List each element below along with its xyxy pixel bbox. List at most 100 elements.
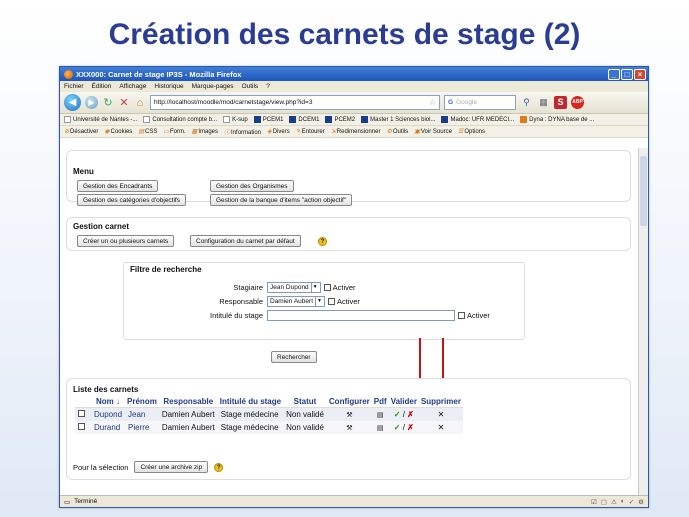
invalidate-icon[interactable]: ✗: [407, 410, 414, 419]
stop-icon[interactable]: ✕: [118, 96, 130, 109]
adblock-icon[interactable]: ABP: [571, 96, 584, 109]
pdf-icon[interactable]: ▤: [377, 425, 384, 432]
configure-icon[interactable]: ⚒: [346, 425, 352, 432]
col-nom[interactable]: Nom ↓: [91, 396, 126, 408]
minimize-button[interactable]: _: [608, 68, 620, 80]
dev-css[interactable]: ▤CSS: [138, 128, 157, 135]
manage-supervisors-button[interactable]: Gestion des Encadrants: [77, 180, 159, 192]
extension-icon[interactable]: ▦: [537, 96, 550, 109]
bookmark-item[interactable]: PCEM1: [253, 115, 283, 123]
col-prenom[interactable]: Prénom: [125, 396, 159, 408]
invalidate-icon[interactable]: ✗: [407, 423, 414, 432]
validate-separator: /: [402, 423, 405, 432]
bookmark-star-icon[interactable]: ☆: [429, 98, 436, 107]
status-icon[interactable]: ◐: [621, 498, 625, 506]
pdf-icon[interactable]: ▤: [377, 412, 384, 419]
maximize-button[interactable]: □: [621, 68, 633, 80]
chevron-down-icon: ▼: [310, 283, 318, 292]
prenom-link[interactable]: Jean: [125, 407, 159, 421]
dev-redimensionner[interactable]: ⇲Redimensionner: [331, 128, 381, 135]
responsable-select[interactable]: Damien Aubert ▼: [267, 296, 325, 307]
delete-icon[interactable]: ✕: [438, 410, 445, 419]
intitule-activer-checkbox[interactable]: [458, 312, 465, 319]
menu-historique[interactable]: Historique: [154, 83, 183, 90]
dev-view-source[interactable]: ▣Voir Source: [414, 128, 452, 135]
menu-affichage[interactable]: Affichage: [119, 83, 146, 90]
close-button[interactable]: ×: [634, 68, 646, 80]
menu-marque-pages[interactable]: Marque-pages: [192, 83, 234, 90]
dev-cookies[interactable]: ◉Cookies: [104, 128, 132, 135]
manage-organisations-button[interactable]: Gestion des Organismes: [210, 180, 294, 192]
stagiaire-select[interactable]: Jean Dupond ▼: [267, 282, 321, 293]
menu-heading: Menu: [73, 167, 94, 176]
home-icon[interactable]: ⌂: [134, 97, 146, 109]
bookmark-item[interactable]: PCEM2: [325, 115, 355, 123]
dev-divers[interactable]: ◈Divers: [267, 128, 290, 135]
manage-objective-categories-button[interactable]: Gestion des catégories d'objectifs: [77, 194, 186, 206]
validate-icon[interactable]: ✓: [394, 423, 401, 432]
nom-link[interactable]: Durand: [91, 421, 126, 434]
responsable-cell: Damien Aubert: [158, 407, 218, 421]
create-zip-button[interactable]: Créer une archive zip: [134, 461, 209, 473]
dev-images[interactable]: ▩Images: [192, 128, 218, 135]
dev-options[interactable]: ☰Options: [458, 128, 485, 135]
addon-s-icon[interactable]: S: [554, 96, 567, 109]
bookmark-item[interactable]: DCEM1: [289, 115, 319, 123]
row-select-checkbox[interactable]: [78, 423, 85, 430]
search-input[interactable]: G Google: [444, 95, 516, 110]
slide-title: Création des carnets de stage (2): [108, 18, 581, 51]
search-icon[interactable]: ⚲: [520, 96, 533, 109]
bookmark-item[interactable]: Consultation compte b...: [143, 115, 217, 123]
statut-cell: Non validé: [283, 421, 327, 434]
bookmark-item[interactable]: Master 1 Sciences biol...: [361, 115, 435, 123]
dev-disable[interactable]: ⊘Désactiver: [64, 128, 98, 135]
help-icon[interactable]: ?: [318, 237, 327, 246]
status-icon[interactable]: ▢: [601, 498, 607, 506]
bookmark-item[interactable]: Madoc: UFR MEDECI...: [441, 115, 514, 123]
prenom-link[interactable]: Pierre: [125, 421, 159, 434]
menu-outils[interactable]: Outils: [242, 83, 259, 90]
menu-fichier[interactable]: Fichier: [64, 83, 84, 90]
col-supprimer: Supprimer: [418, 396, 463, 408]
url-bar[interactable]: http://localhost/moodle/mod/carnetstage/…: [150, 95, 440, 110]
intitule-input[interactable]: [267, 310, 455, 321]
manage-item-bank-button[interactable]: Gestion de la banque d'items "action obj…: [210, 194, 353, 206]
menu-edition[interactable]: Édition: [92, 83, 112, 90]
dev-outils[interactable]: ⚙Outils: [386, 128, 408, 135]
status-icon[interactable]: ☑: [591, 498, 597, 506]
vertical-scrollbar[interactable]: [638, 148, 648, 495]
reload-icon[interactable]: ↻: [102, 96, 114, 109]
list-heading: Liste des carnets: [73, 385, 139, 394]
col-statut[interactable]: Statut: [283, 396, 327, 408]
status-icon[interactable]: ✓: [629, 498, 634, 506]
validate-icon[interactable]: ✓: [394, 410, 401, 419]
status-text: Terminé: [74, 498, 98, 505]
search-button[interactable]: Rechercher: [271, 351, 317, 363]
dev-entourer[interactable]: ✎Entourer: [296, 128, 325, 135]
scrollbar-thumb[interactable]: [640, 156, 647, 226]
gestion-carnet-heading: Gestion carnet: [73, 222, 130, 231]
row-select-checkbox[interactable]: [78, 410, 85, 417]
help-icon[interactable]: ?: [214, 462, 224, 472]
col-intitule[interactable]: Intitulé du stage: [217, 396, 284, 408]
nom-link[interactable]: Dupond: [91, 407, 126, 421]
status-icon[interactable]: ⚙: [638, 498, 644, 506]
bookmark-item[interactable]: K-sup: [223, 115, 248, 123]
back-button[interactable]: ◀: [64, 94, 81, 111]
list-section: Liste des carnets Nom ↓ Prénom Responsab…: [66, 378, 631, 480]
forward-button[interactable]: ▶: [85, 96, 98, 109]
activer-label: Activer: [332, 283, 356, 292]
dev-form[interactable]: ▭Form.: [163, 128, 185, 135]
configure-icon[interactable]: ⚒: [346, 412, 352, 419]
menu-help[interactable]: ?: [266, 83, 270, 90]
stagiaire-activer-checkbox[interactable]: [323, 284, 331, 291]
default-config-button[interactable]: Configuration du carnet par défaut: [190, 235, 301, 247]
bookmark-item[interactable]: Université de Nantes -...: [64, 115, 137, 123]
dev-information[interactable]: ⓘInformation: [224, 127, 261, 136]
responsable-activer-checkbox[interactable]: [327, 298, 335, 305]
bookmark-item[interactable]: Dyna : DYNA base de ...: [520, 115, 594, 123]
col-responsable[interactable]: Responsable: [158, 396, 218, 408]
status-icon[interactable]: ⚠: [611, 498, 617, 506]
delete-icon[interactable]: ✕: [438, 423, 445, 432]
create-carnets-button[interactable]: Créer un ou plusieurs carnets: [77, 235, 175, 247]
